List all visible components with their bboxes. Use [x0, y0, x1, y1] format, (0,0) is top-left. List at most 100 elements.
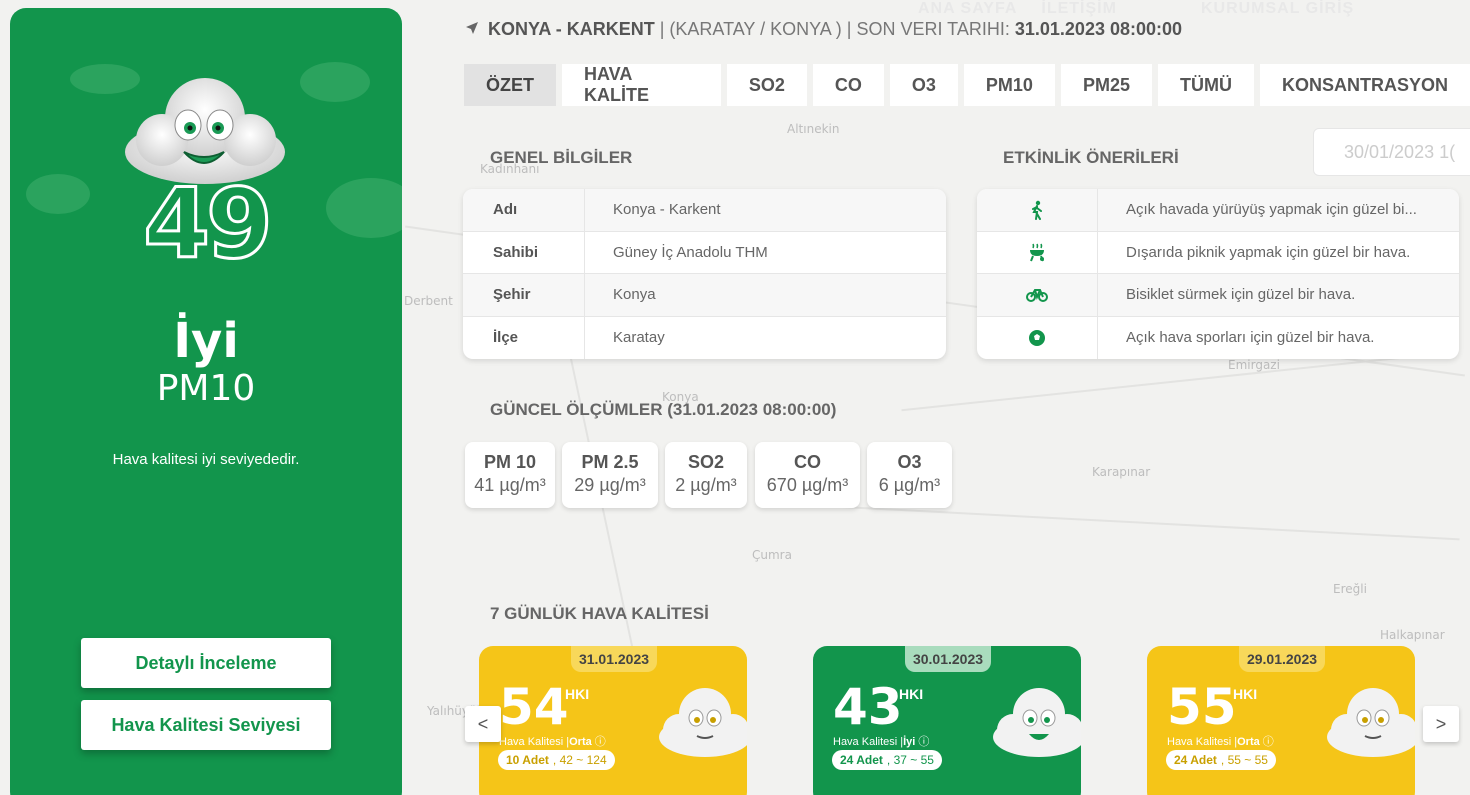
- tab-o3[interactable]: O3: [889, 64, 958, 106]
- activity-icon-cell: [977, 189, 1098, 231]
- activity-suggestions-table: Açık havada yürüyüş yapmak için güzel bi…: [977, 189, 1459, 359]
- aqi-value: 49: [142, 167, 275, 282]
- table-row: Şehir Konya: [463, 274, 946, 317]
- nav-contact-link[interactable]: İLETİŞİM: [1041, 0, 1117, 20]
- measurement-value: 41 µg/m³: [474, 475, 546, 495]
- current-measurements-title: GÜNCEL ÖLÇÜMLER (31.01.2023 08:00:00): [490, 400, 837, 419]
- air-quality-levels-button[interactable]: Hava Kalitesi Seviyesi: [81, 700, 331, 750]
- map-label: Emirgazi: [1228, 358, 1280, 372]
- day-count-pill: 24 Adet, 37 ~ 55: [832, 750, 942, 770]
- table-row: Adı Konya - Karkent: [463, 189, 946, 232]
- map-label: Halkapınar: [1380, 628, 1445, 642]
- info-key: Sahibi: [463, 231, 585, 273]
- carousel-next-button[interactable]: >: [1423, 706, 1459, 742]
- activity-suggestions-title: ETKİNLİK ÖNERİLERİ: [1003, 148, 1179, 167]
- day-count: 24 Adet: [1174, 753, 1217, 767]
- hki-label: HKI: [899, 686, 924, 702]
- measurement-label: SO2: [687, 452, 725, 472]
- football-icon: [1029, 329, 1045, 346]
- walking-icon: [1032, 200, 1042, 220]
- activity-icon-cell: [977, 231, 1098, 273]
- activity-text: Dışarıda piknik yapmak için güzel bir ha…: [1126, 243, 1411, 261]
- cloud-mascot-icon: [1327, 688, 1415, 757]
- day-card[interactable]: 30.01.2023 43 HKI Hava Kalitesi |İyi ⓘ 2…: [813, 646, 1081, 795]
- tab-pm10[interactable]: PM10: [963, 64, 1055, 106]
- info-value: Konya - Karkent: [613, 201, 721, 219]
- tab-bar: ÖZET HAVA KALİTE SO2 CO O3 PM10 PM25 TÜM…: [464, 64, 1470, 106]
- day-level: Orta: [569, 736, 592, 748]
- day-range: , 42 ~ 124: [552, 753, 607, 767]
- aqi-status: İyi: [173, 313, 239, 369]
- day-count: 10 Adet: [506, 753, 549, 767]
- top-navigation: ANA SAYFA İLETİŞİM KURUMSAL GİRİŞ: [918, 0, 1354, 20]
- tab-co[interactable]: CO: [812, 64, 884, 106]
- measurement-label: PM 2.5: [581, 452, 639, 472]
- map-label: Derbent: [404, 294, 453, 308]
- caption-text: Hava Kalitesi |: [1167, 736, 1238, 748]
- dominant-parameter: PM10: [156, 368, 256, 409]
- tab-concentration[interactable]: KONSANTRASYON: [1259, 64, 1470, 106]
- aqi-summary-panel: 49 İyi PM10 Hava kalitesi iyi seviyededi…: [10, 8, 402, 795]
- last-data-date: 31.01.2023 08:00:00: [1014, 19, 1183, 39]
- info-key: İlçe: [463, 316, 585, 359]
- location-arrow-icon: [466, 22, 478, 34]
- measurement-card-pm10[interactable]: PM 10 41 µg/m³: [465, 442, 555, 508]
- general-info-title: GENEL BİLGİLER: [490, 148, 633, 167]
- bicycle-icon: [1026, 288, 1048, 302]
- tab-summary[interactable]: ÖZET: [464, 64, 556, 106]
- day-aqi-value: 54: [499, 678, 569, 736]
- station-region: (KARATAY / KONYA ): [669, 19, 842, 39]
- measurement-label: O3: [897, 452, 922, 472]
- measurement-card-pm25[interactable]: PM 2.5 29 µg/m³: [562, 442, 658, 508]
- measurement-value: 6 µg/m³: [878, 475, 941, 495]
- station-name: KONYA - KARKENT: [488, 19, 655, 39]
- background-cloud-icon: [300, 62, 370, 102]
- measurement-card-co[interactable]: CO 670 µg/m³: [755, 442, 860, 508]
- hki-label: HKI: [565, 686, 590, 702]
- nav-home-link[interactable]: ANA SAYFA: [918, 0, 1017, 20]
- day-card[interactable]: 29.01.2023 55 HKI Hava Kalitesi |Orta ⓘ …: [1147, 646, 1415, 795]
- day-count-pill: 10 Adet, 42 ~ 124: [498, 750, 615, 770]
- carousel-prev-button[interactable]: <: [465, 706, 501, 742]
- day-aqi-value: 43: [833, 678, 903, 736]
- info-icon: ⓘ: [1262, 736, 1274, 748]
- day-date: 30.01.2023: [905, 646, 991, 672]
- day-range: , 37 ~ 55: [886, 753, 934, 767]
- activity-text: Açık hava sporları için güzel bir hava.: [1126, 329, 1375, 347]
- tab-all[interactable]: TÜMÜ: [1157, 64, 1254, 106]
- info-value: Karatay: [613, 329, 665, 347]
- map-label: Ereğli: [1333, 582, 1367, 596]
- day-level: İyi: [903, 736, 916, 748]
- day-aqi-value: 55: [1167, 678, 1237, 736]
- caption-text: Hava Kalitesi |: [499, 736, 570, 748]
- table-row: Sahibi Güney İç Anadolu THM: [463, 231, 946, 274]
- nav-login-link[interactable]: KURUMSAL GİRİŞ: [1201, 0, 1354, 20]
- day-range: , 55 ~ 55: [1220, 753, 1268, 767]
- map-label: Karapınar: [1092, 465, 1151, 479]
- day-level: Orta: [1237, 736, 1260, 748]
- caption-text: Hava Kalitesi |: [833, 736, 904, 748]
- date-picker-input[interactable]: 30/01/2023 1(: [1313, 128, 1470, 176]
- measurement-card-so2[interactable]: SO2 2 µg/m³: [665, 442, 747, 508]
- tab-so2[interactable]: SO2: [726, 64, 807, 106]
- measurement-label: CO: [794, 452, 821, 472]
- activity-icon-cell: [977, 274, 1098, 316]
- table-row: Açık hava sporları için güzel bir hava.: [977, 316, 1459, 359]
- map-label: Çumra: [752, 548, 792, 562]
- measurement-card-o3[interactable]: O3 6 µg/m³: [867, 442, 952, 508]
- activity-text: Açık havada yürüyüş yapmak için güzel bi…: [1126, 201, 1417, 219]
- hki-label: HKI: [1233, 686, 1258, 702]
- info-value: Konya: [613, 286, 656, 304]
- activity-icon-cell: [977, 316, 1098, 359]
- day-card[interactable]: 31.01.2023 54 HKI Hava Kalitesi |Orta ⓘ …: [479, 646, 747, 795]
- tab-pm25[interactable]: PM25: [1060, 64, 1152, 106]
- measurement-value: 670 µg/m³: [766, 475, 849, 495]
- day-caption: Hava Kalitesi |Orta ⓘ: [499, 733, 606, 749]
- last-data-label: SON VERI TARIHI:: [856, 19, 1010, 39]
- tab-air-quality[interactable]: HAVA KALİTE: [562, 64, 721, 106]
- location-header: KONYA - KARKENT | (KARATAY / KONYA ) | S…: [465, 19, 1182, 40]
- measurement-value: 29 µg/m³: [574, 475, 646, 495]
- day-date: 29.01.2023: [1239, 646, 1325, 672]
- detailed-review-button[interactable]: Detaylı İnceleme: [81, 638, 331, 688]
- info-icon: ⓘ: [594, 736, 606, 748]
